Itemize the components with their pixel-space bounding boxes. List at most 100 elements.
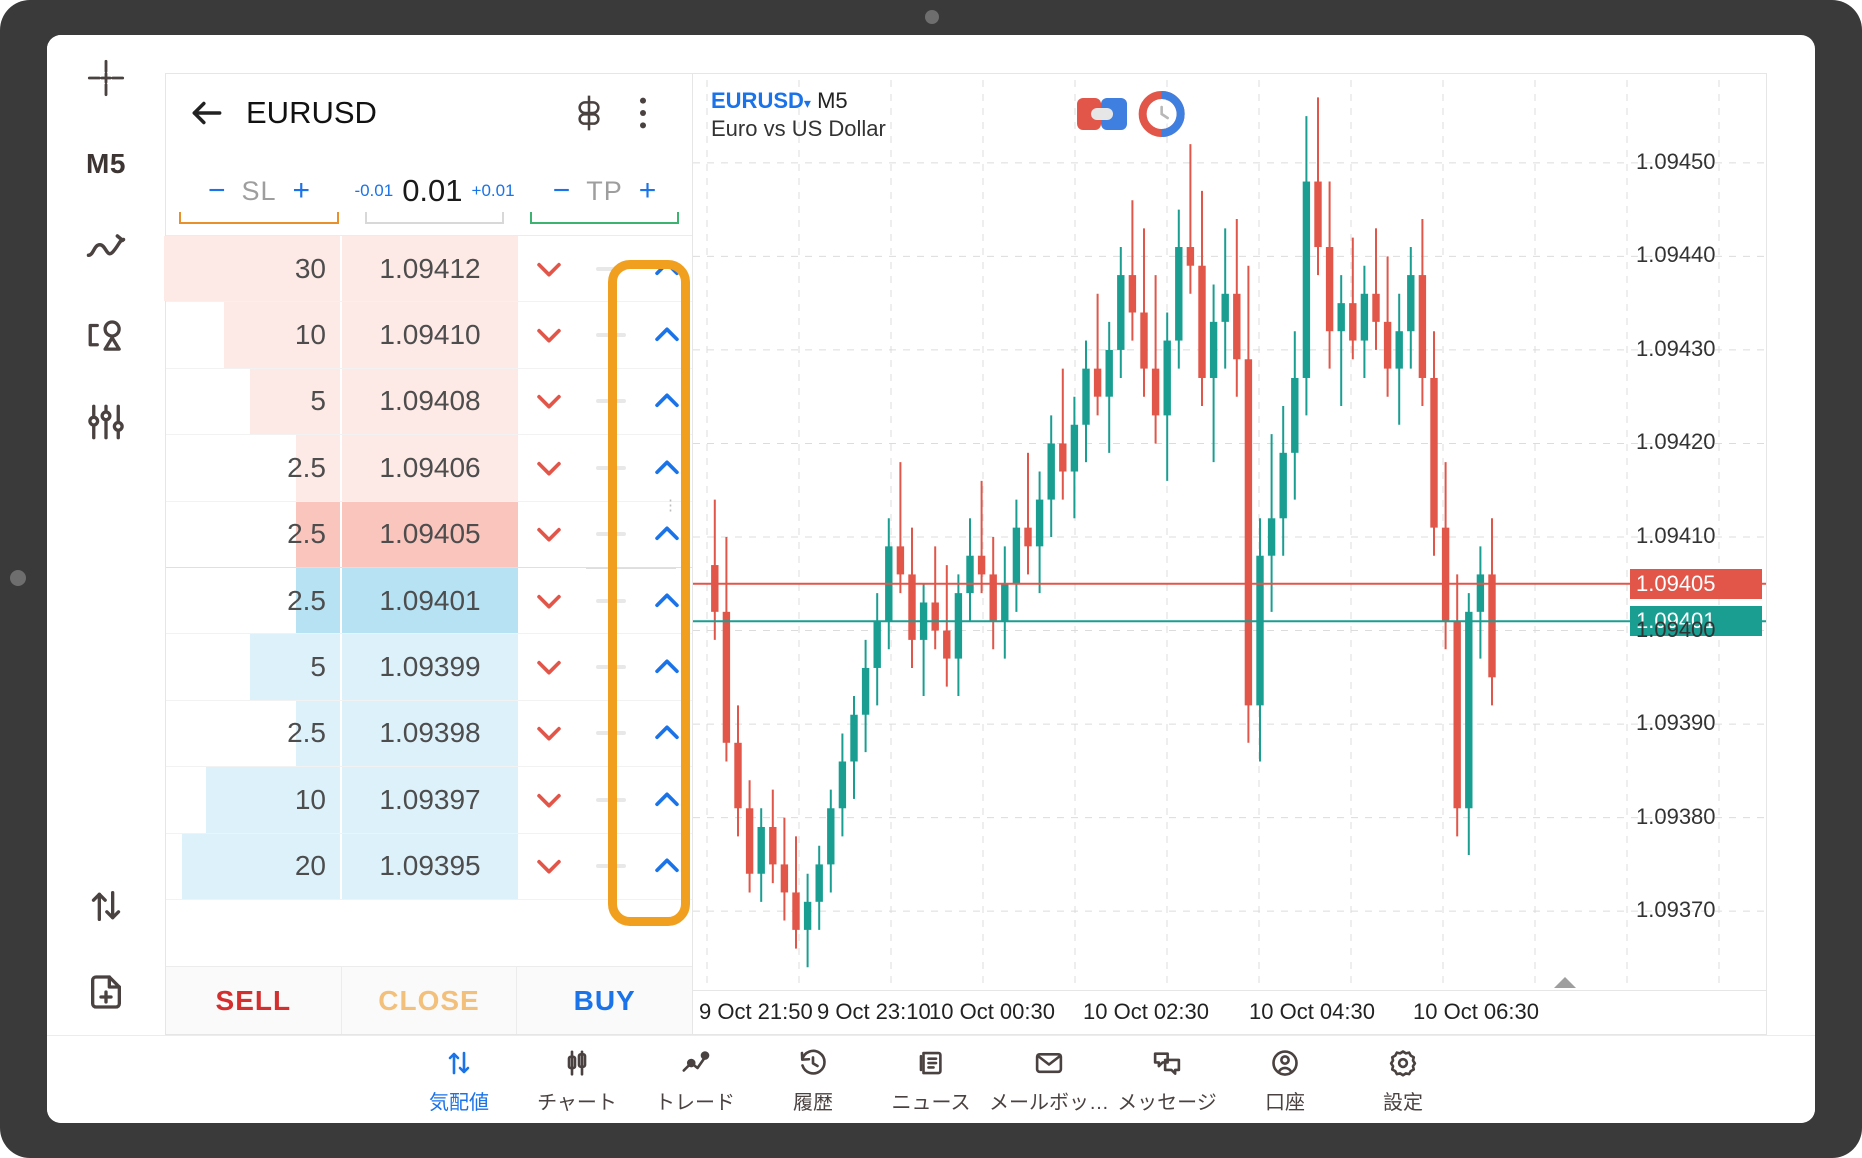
nav-item-label: 気配値 [429, 1092, 489, 1114]
dom-row[interactable]: 30 1.09412 [164, 236, 692, 303]
objects-icon[interactable] [47, 293, 165, 379]
new-document-icon[interactable] [47, 949, 165, 1035]
chart-legend-symbol-line: EURUSD▾ M5 [711, 88, 886, 114]
buy-chevron-up-icon[interactable] [642, 584, 692, 618]
chart-symbol-label[interactable]: EURUSD [711, 88, 804, 113]
sl-label: SL [241, 175, 277, 206]
depth-of-market-table: 30 1.09412 10 1.09410 5 1.09408 2.5 1.09406 2.5 1… [164, 236, 692, 900]
time-axis-tick: 10 Oct 02:30 [1083, 999, 1209, 1024]
buy-button[interactable]: BUY [517, 967, 692, 1034]
nav-item-history[interactable]: 履歴 [754, 1036, 872, 1124]
volume-value[interactable]: 0.01 [402, 173, 462, 209]
buy-chevron-up-icon[interactable] [642, 783, 692, 817]
account-icon [1270, 1044, 1300, 1082]
buy-chevron-up-icon[interactable] [642, 318, 692, 352]
dom-row[interactable]: 5 1.09399 [166, 634, 692, 701]
sl-increment-button[interactable]: + [293, 174, 311, 208]
dom-separator-dash [580, 266, 642, 271]
dom-row[interactable]: 10 1.09397 [166, 767, 692, 834]
sell-chevron-down-icon[interactable] [518, 252, 580, 286]
dom-price[interactable]: 1.09412 [342, 253, 518, 285]
sell-chevron-down-icon[interactable] [518, 849, 580, 883]
dom-price[interactable]: 1.09399 [342, 651, 518, 683]
dom-price[interactable]: 1.09398 [342, 717, 518, 749]
buy-chevron-up-icon[interactable] [642, 252, 692, 286]
scroll-to-end-icon[interactable] [1554, 977, 1576, 988]
buy-chevron-up-icon[interactable] [642, 650, 692, 684]
nav-item-label: 履歴 [793, 1092, 833, 1114]
price-chart[interactable]: EURUSD▾ M5 Euro vs US Dollar 1.09405 1.0… [693, 73, 1767, 1035]
nav-item-account[interactable]: 口座 [1226, 1036, 1344, 1124]
overflow-menu-icon[interactable] [616, 96, 670, 130]
buy-chevron-up-icon[interactable] [642, 849, 692, 883]
dom-row[interactable]: 10 1.09410 [166, 302, 692, 369]
nav-item-label: 設定 [1383, 1092, 1423, 1114]
tp-decrement-button[interactable]: − [553, 174, 571, 208]
sell-chevron-down-icon[interactable] [518, 783, 580, 817]
chart-legend: EURUSD▾ M5 Euro vs US Dollar [711, 88, 886, 142]
dom-separator-dash [580, 731, 642, 736]
dom-volume: 5 [310, 385, 326, 417]
mailbox-icon [1034, 1044, 1064, 1082]
sell-chevron-down-icon[interactable] [518, 584, 580, 618]
price-axis-tick: 1.09370 [1636, 897, 1716, 923]
one-click-trading-icon[interactable] [562, 93, 616, 133]
nav-item-settings[interactable]: 設定 [1344, 1036, 1462, 1124]
sell-chevron-down-icon[interactable] [518, 650, 580, 684]
nav-item-mailbox[interactable]: メールボッ… [989, 1036, 1109, 1124]
nav-item-chart[interactable]: チャート [518, 1036, 636, 1124]
chevron-down-icon[interactable]: ▾ [804, 95, 811, 111]
dom-price[interactable]: 1.09395 [342, 850, 518, 882]
nav-item-label: チャート [537, 1092, 617, 1114]
dom-price[interactable]: 1.09406 [342, 452, 518, 484]
dom-row[interactable]: 5 1.09408 [166, 368, 692, 436]
take-profit-control[interactable]: − TP + [517, 158, 692, 224]
tp-increment-button[interactable]: + [639, 174, 657, 208]
sl-decrement-button[interactable]: − [208, 174, 226, 208]
nav-item-trade[interactable]: トレード [636, 1036, 754, 1124]
dom-row[interactable]: 2.5 1.09401 [166, 567, 692, 635]
dom-price[interactable]: 1.09410 [342, 319, 518, 351]
tp-label: TP [586, 175, 623, 206]
volume-control[interactable]: -0.01 0.01 +0.01 [352, 158, 517, 224]
sell-chevron-down-icon[interactable] [518, 517, 580, 551]
dom-row[interactable]: 2.5 1.09406 [166, 435, 692, 502]
buy-chevron-up-icon[interactable] [642, 451, 692, 485]
close-button[interactable]: CLOSE [342, 967, 518, 1034]
dom-separator-dash [580, 333, 642, 338]
dom-volume: 10 [294, 319, 326, 351]
drag-grip-icon[interactable]: ⋮ [663, 498, 678, 513]
trade-arrows-icon[interactable] [47, 863, 165, 949]
nav-item-news[interactable]: ニュース [872, 1036, 990, 1124]
settings-icon [1388, 1044, 1418, 1082]
dom-price[interactable]: 1.09397 [342, 784, 518, 816]
indicators-icon[interactable] [47, 207, 165, 293]
sell-chevron-down-icon[interactable] [518, 384, 580, 418]
dom-price[interactable]: 1.09408 [342, 385, 518, 417]
dom-row[interactable]: 2.5 1.09405 ⋮ [166, 498, 692, 568]
sell-button[interactable]: SELL [166, 967, 342, 1034]
sell-chevron-down-icon[interactable] [518, 716, 580, 750]
dom-price[interactable]: 1.09401 [342, 585, 518, 617]
stop-loss-control[interactable]: − SL + [166, 158, 352, 224]
buy-chevron-up-icon[interactable] [642, 384, 692, 418]
dom-row[interactable]: 2.5 1.09398 [166, 700, 692, 768]
dom-volume: 2.5 [287, 451, 326, 483]
sell-chevron-down-icon[interactable] [518, 318, 580, 352]
buy-chevron-up-icon[interactable] [642, 716, 692, 750]
nav-item-label: メールボッ… [989, 1092, 1109, 1114]
volume-decrement-button[interactable]: -0.01 [354, 181, 393, 201]
settings-sliders-icon[interactable] [47, 379, 165, 465]
sell-chevron-down-icon[interactable] [518, 451, 580, 485]
dom-price[interactable]: 1.09405 [342, 518, 518, 550]
time-axis-tick: 10 Oct 04:30 [1249, 999, 1375, 1024]
buy-chevron-up-icon[interactable]: ⋮ [642, 498, 692, 551]
dom-row[interactable]: 20 1.09395 [166, 833, 692, 900]
nav-item-message[interactable]: メッセージ [1108, 1036, 1226, 1124]
back-arrow-icon[interactable] [188, 94, 234, 132]
timeframe-button[interactable]: M5 [47, 121, 165, 207]
volume-increment-button[interactable]: +0.01 [472, 181, 515, 201]
nav-item-quotes[interactable]: 気配値 [400, 1036, 518, 1124]
crosshair-icon[interactable] [47, 35, 165, 121]
news-icon [916, 1044, 946, 1082]
